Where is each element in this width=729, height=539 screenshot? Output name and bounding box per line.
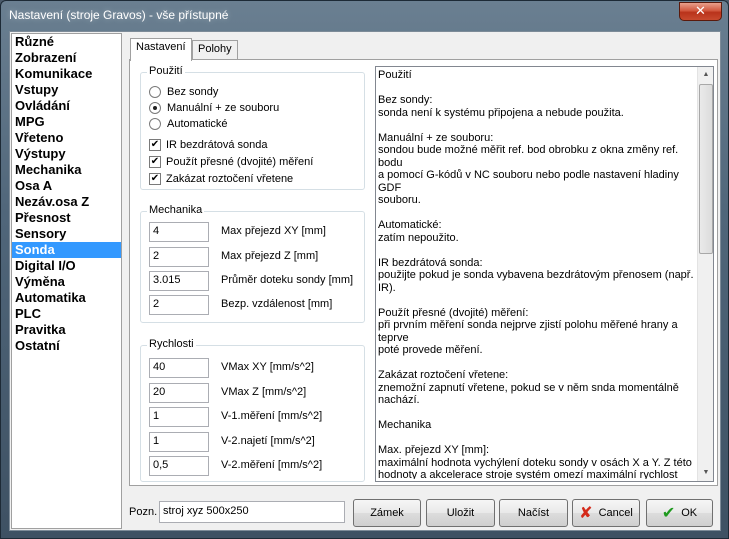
checkmark-icon: ✔ (661, 505, 676, 522)
check-presne-mereni[interactable]: ✔ Použít přesné (dvojité) měření (149, 154, 313, 170)
group-rychlosti: Rychlosti 40 VMax XY [mm/s^2] 20 VMax Z … (140, 338, 365, 482)
field-v1-mereni[interactable]: 1 (149, 407, 209, 427)
help-text-box[interactable]: Použití Bez sondy: sonda není k systému … (375, 66, 714, 482)
sidebar-item[interactable]: Různé (12, 34, 121, 50)
sidebar-item[interactable]: Automatika (12, 290, 121, 306)
sidebar-item[interactable]: Sensory (12, 226, 121, 242)
scroll-thumb[interactable] (699, 84, 713, 254)
field-v2-mereni[interactable]: 0,5 (149, 456, 209, 476)
check-label: Zakázat roztočení vřetene (166, 173, 294, 185)
ulozit-button[interactable]: Uložit (426, 499, 495, 527)
sidebar-item[interactable]: Nezáv.osa Z (12, 194, 121, 210)
field-prumer-doteku[interactable]: 3.015 (149, 271, 209, 291)
radio-indicator[interactable] (149, 118, 161, 130)
field-vmax-z[interactable]: 20 (149, 383, 209, 403)
tab-polohy[interactable]: Polohy (192, 40, 238, 60)
tab-nastaveni[interactable]: Nastavení (130, 38, 192, 61)
sidebar-item[interactable]: Přesnost (12, 210, 121, 226)
close-button[interactable]: ✕ (679, 2, 722, 21)
scroll-down-icon[interactable]: ▼ (698, 465, 714, 481)
field-vmax-xy[interactable]: 40 (149, 358, 209, 378)
checkmark-icon[interactable]: ✔ (149, 173, 161, 185)
title-bar[interactable]: Nastavení (stroje Gravos) - vše přístupn… (1, 1, 728, 29)
sidebar-item[interactable]: Digital I/O (12, 258, 121, 274)
dialog-client: Různé Zobrazení Komunikace Vstupy Ovládání MP… (9, 31, 721, 531)
ok-label: OK (681, 507, 698, 519)
label-prumer-doteku: Průměr doteku sondy [mm] (221, 274, 354, 286)
label-max-prejezd-z: Max přejezd Z [mm] (221, 250, 319, 262)
check-zakazat-vreteno[interactable]: ✔ Zakázat roztočení vřetene (149, 171, 293, 187)
label-v2-najeti: V-2.najetí [mm/s^2] (221, 435, 315, 447)
category-list[interactable]: Různé Zobrazení Komunikace Vstupy Ovládání MP… (11, 33, 122, 529)
radio-manualni[interactable]: Manuální + ze souboru (149, 100, 279, 116)
check-label: IR bezdrátová sonda (166, 139, 268, 151)
field-max-prejezd-z[interactable]: 2 (149, 247, 209, 267)
field-max-prejezd-xy[interactable]: 4 (149, 222, 209, 242)
sidebar-item[interactable]: MPG (12, 114, 121, 130)
radio-indicator[interactable] (149, 86, 161, 98)
field-bezp-vzdalenost[interactable]: 2 (149, 295, 209, 315)
settings-window: Nastavení (stroje Gravos) - vše přístupn… (0, 0, 729, 539)
label-max-prejezd-xy: Max přejezd XY [mm] (221, 225, 326, 237)
window-title: Nastavení (stroje Gravos) - vše přístupn… (9, 8, 229, 22)
sidebar-item[interactable]: Vřeteno (12, 130, 121, 146)
label-vmax-z: VMax Z [mm/s^2] (221, 386, 307, 398)
group-mechanika: Mechanika 4 Max přejezd XY [mm] 2 Max př… (140, 204, 365, 323)
label-v1-mereni: V-1.měření [mm/s^2] (221, 410, 323, 422)
label-vmax-xy: VMax XY [mm/s^2] (221, 361, 314, 373)
tab-panel-nastaveni: Použití Bez sondy Manuální + ze souboru … (129, 59, 718, 486)
radio-label: Manuální + ze souboru (167, 102, 280, 114)
sidebar-item[interactable]: Pravitka (12, 322, 121, 338)
radio-label: Automatické (167, 118, 228, 130)
cancel-label: Cancel (598, 507, 633, 519)
pozn-label: Pozn. (129, 506, 158, 518)
bottom-bar: Pozn. stroj xyz 500x250 Zámek Uložit Nač… (122, 494, 720, 528)
sidebar-item[interactable]: Výměna (12, 274, 121, 290)
group-pouziti: Použití Bez sondy Manuální + ze souboru … (140, 65, 365, 190)
group-mechanika-title: Mechanika (147, 204, 205, 216)
sidebar-item[interactable]: Ovládání (12, 98, 121, 114)
nacist-button[interactable]: Načíst (499, 499, 568, 527)
check-ir-sonda[interactable]: ✔ IR bezdrátová sonda (149, 137, 268, 153)
sidebar-item[interactable]: Zobrazení (12, 50, 121, 66)
label-v2-mereni: V-2.měření [mm/s^2] (221, 459, 323, 471)
ok-button[interactable]: ✔ OK (646, 499, 713, 527)
sidebar-item[interactable]: Vstupy (12, 82, 121, 98)
group-rychlosti-title: Rychlosti (147, 338, 196, 350)
radio-bez-sondy[interactable]: Bez sondy (149, 84, 218, 100)
zamek-button[interactable]: Zámek (353, 499, 421, 527)
sidebar-item[interactable]: Výstupy (12, 146, 121, 162)
sidebar-item[interactable]: Ostatní (12, 338, 121, 354)
cross-icon: ✘ (579, 505, 593, 522)
checkmark-icon[interactable]: ✔ (149, 156, 161, 168)
sidebar-item[interactable]: Osa A (12, 178, 121, 194)
help-text: Použití Bez sondy: sonda není k systému … (378, 69, 694, 479)
sidebar-item[interactable]: Sonda (12, 242, 121, 258)
check-label: Použít přesné (dvojité) měření (166, 156, 314, 168)
radio-automaticke[interactable]: Automatické (149, 116, 228, 132)
help-scrollbar[interactable]: ▲ ▼ (697, 67, 713, 481)
cancel-button[interactable]: ✘ Cancel (572, 499, 640, 527)
scroll-up-icon[interactable]: ▲ (698, 67, 714, 83)
sidebar-item[interactable]: Mechanika (12, 162, 121, 178)
sidebar-item[interactable]: PLC (12, 306, 121, 322)
radio-indicator[interactable] (149, 102, 161, 114)
label-bezp-vzdalenost: Bezp. vzdálenost [mm] (221, 298, 333, 310)
group-pouziti-title: Použití (147, 65, 185, 77)
sidebar-item[interactable]: Komunikace (12, 66, 121, 82)
checkmark-icon[interactable]: ✔ (149, 139, 161, 151)
radio-label: Bez sondy (167, 86, 219, 98)
pozn-input[interactable]: stroj xyz 500x250 (159, 501, 345, 523)
field-v2-najeti[interactable]: 1 (149, 432, 209, 452)
